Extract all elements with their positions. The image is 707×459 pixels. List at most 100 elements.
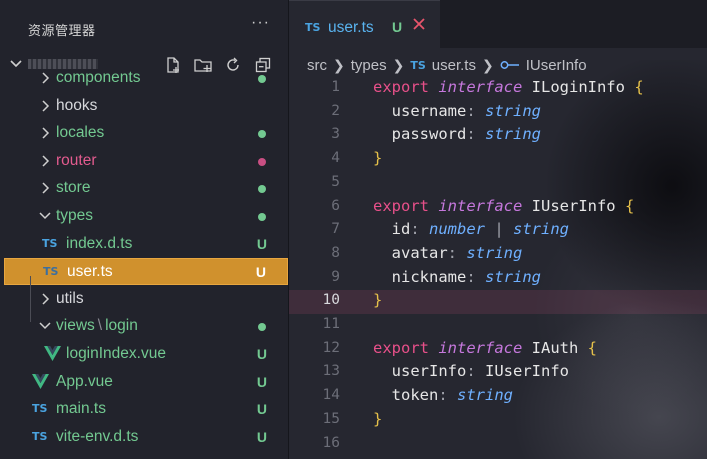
tree-item-label: App.vue	[56, 372, 113, 390]
line-number: 12	[322, 339, 340, 356]
chevron-right-icon[interactable]	[38, 126, 52, 140]
code-line[interactable]: 4}	[289, 148, 707, 172]
tree-item-label: user.ts	[67, 263, 113, 281]
code-text: password: string	[373, 125, 541, 144]
explorer-sidebar: 资源管理器 ··· components hooks locales router st…	[0, 0, 289, 459]
tab-bar: TS user.ts U	[289, 0, 707, 48]
code-line[interactable]: 9 nickname: string	[289, 267, 707, 291]
chevron-right-icon[interactable]	[38, 154, 52, 168]
tab-user-ts[interactable]: TS user.ts U	[289, 0, 440, 48]
git-status-badge: U	[256, 373, 267, 390]
code-text: export interface ILoginInfo {	[373, 78, 644, 96]
git-status-dot	[258, 323, 266, 332]
code-line[interactable]: 8 avatar: string	[289, 243, 707, 267]
chevron-down-icon[interactable]	[38, 209, 52, 223]
vue-file-icon	[44, 346, 61, 361]
line-number: 9	[331, 268, 340, 285]
breadcrumb-symbol[interactable]: IUserInfo	[526, 57, 587, 74]
tree-item-router[interactable]: router	[4, 148, 288, 175]
chevron-right-icon[interactable]	[38, 71, 52, 85]
tree-item-label: main.ts	[56, 400, 106, 418]
code-line[interactable]: 2 username: string	[289, 101, 707, 125]
code-line[interactable]: 13 userInfo: IUserInfo	[289, 361, 707, 385]
code-line[interactable]: 6 export interface IUserInfo {	[289, 196, 707, 220]
tree-item-label: hooks	[56, 96, 98, 114]
tree-item-components[interactable]: components	[4, 65, 288, 92]
tree-item-utils[interactable]: utils	[4, 286, 288, 313]
code-line[interactable]: 14 token: string	[289, 385, 707, 409]
code-text: }	[373, 291, 383, 310]
git-status-dot	[258, 157, 266, 166]
git-status-badge: U	[256, 346, 267, 362]
code-line[interactable]: 7 id: number | string	[289, 219, 707, 243]
code-line[interactable]: 11	[289, 314, 707, 338]
tree-item-app-vue[interactable]: App.vue U	[4, 369, 288, 396]
chevron-down-icon[interactable]	[38, 319, 52, 333]
tree-item-label: utils	[56, 289, 84, 307]
chevron-right-icon[interactable]	[38, 181, 52, 195]
typescript-file-icon: TS	[32, 429, 48, 443]
code-text: userInfo: IUserInfo	[373, 362, 569, 381]
tree-item-label: types	[56, 207, 94, 224]
close-icon[interactable]	[410, 14, 428, 34]
line-number: 13	[322, 363, 340, 380]
git-status-dot	[258, 130, 266, 139]
line-number: 11	[322, 316, 340, 332]
code-text: avatar: string	[373, 243, 523, 262]
typescript-file-icon: TS	[42, 236, 58, 250]
code-line[interactable]: 3 password: string	[289, 124, 707, 148]
line-number: 2	[331, 102, 340, 119]
tree-item-label: vite-env.d.ts	[56, 427, 139, 445]
code-line[interactable]: 1 export interface ILoginInfo {	[289, 77, 707, 101]
code-line[interactable]: 15}	[289, 409, 707, 433]
line-number: 4	[331, 150, 340, 167]
tree-item-label: components	[56, 69, 141, 86]
line-number: 14	[322, 387, 340, 404]
tab-status-badge: U	[392, 19, 403, 35]
code-line[interactable]: 5	[289, 172, 707, 196]
tree-item-types[interactable]: types	[4, 203, 288, 230]
explorer-header: 资源管理器 ···	[0, 0, 288, 57]
breadcrumb-user-ts[interactable]: user.ts	[432, 57, 476, 74]
chevron-right-icon[interactable]	[38, 292, 52, 306]
tree-item-label: store	[56, 179, 91, 197]
tab-label: user.ts	[328, 19, 374, 36]
git-status-badge: U	[256, 401, 267, 418]
chevron-right-icon[interactable]	[38, 99, 52, 113]
line-number: 10	[322, 292, 340, 309]
line-number: 1	[331, 79, 340, 95]
typescript-file-icon: TS	[43, 265, 59, 279]
tree-item-index-d-ts[interactable]: TS index.d.ts U	[4, 231, 288, 258]
line-number: 3	[331, 126, 340, 143]
breadcrumb-src[interactable]: src	[307, 57, 327, 74]
tree-item-label-nested: login	[105, 317, 138, 335]
vue-file-icon	[32, 373, 49, 389]
tree-item-label: loginIndex.vue	[66, 345, 166, 362]
git-status-badge: U	[255, 264, 266, 281]
tree-item-main-ts[interactable]: TS main.ts U	[4, 396, 288, 423]
tree-item-hooks[interactable]: hooks	[4, 93, 288, 120]
tree-item-label: index.d.ts	[66, 234, 133, 252]
tree-item-user-ts[interactable]: TS user.ts U	[4, 258, 288, 286]
code-line[interactable]: 10}	[289, 290, 707, 314]
git-status-badge: U	[256, 235, 267, 252]
code-text: username: string	[373, 101, 541, 120]
git-status-dot	[258, 75, 266, 83]
tree-item-locales[interactable]: locales	[4, 120, 288, 147]
explorer-title: 资源管理器	[28, 23, 96, 38]
line-number: 16	[322, 434, 340, 451]
git-status-dot	[258, 185, 266, 194]
path-separator: \	[97, 317, 103, 335]
tree-item-store[interactable]: store	[4, 175, 288, 202]
typescript-file-icon: TS	[32, 402, 48, 416]
breadcrumb-types[interactable]: types	[351, 57, 387, 74]
tree-item-vite-env-d-ts[interactable]: TS vite-env.d.ts U	[4, 424, 288, 451]
tree-item-views[interactable]: views \ login	[4, 313, 288, 340]
code-line[interactable]: 16	[289, 433, 707, 457]
typescript-file-icon: TS	[410, 58, 426, 72]
more-actions-icon[interactable]: ···	[251, 14, 270, 32]
chevron-right-icon: ❯	[481, 56, 494, 73]
tree-item-loginindex-vue[interactable]: loginIndex.vue U	[4, 341, 288, 368]
chevron-right-icon: ❯	[333, 56, 345, 73]
code-line[interactable]: 12 export interface IAuth {	[289, 338, 707, 362]
